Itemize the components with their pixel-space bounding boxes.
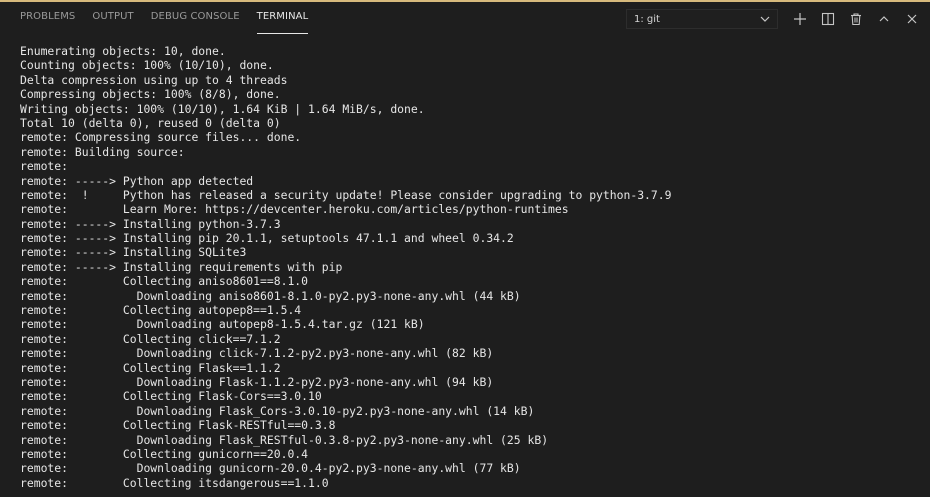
terminal-line: remote: Downloading Flask_Cors-3.0.10-py… — [20, 403, 535, 418]
terminal-line: remote: Downloading gunicorn-20.0.4-py2.… — [20, 461, 521, 476]
terminal-line: remote: -----> Installing pip 20.1.1, se… — [20, 231, 514, 246]
terminal-line: remote: Learn More: https://devcenter.he… — [20, 202, 569, 217]
terminal-line: Compressing objects: 100% (8/8), done. — [20, 87, 281, 102]
terminal-line: remote: -----> Installing SQLite3 — [20, 245, 247, 260]
terminal-line: remote: — [20, 159, 69, 174]
panel-tabs: PROBLEMS OUTPUT DEBUG CONSOLE TERMINAL — [0, 2, 325, 36]
terminal-selector-value: 1: git — [634, 13, 660, 25]
split-icon — [821, 12, 835, 26]
terminal-line: Total 10 (delta 0), reused 0 (delta 0) — [20, 115, 281, 130]
terminal-line: Counting objects: 100% (10/10), done. — [20, 58, 274, 73]
terminal-line: remote: -----> Installing requirements w… — [20, 259, 343, 274]
plus-icon — [793, 12, 807, 26]
terminal-line: remote: Collecting click==7.1.2 — [20, 331, 281, 346]
terminal-line: remote: Collecting Flask-RESTful==0.3.8 — [20, 418, 336, 433]
new-terminal-button[interactable] — [786, 5, 814, 33]
terminal-line: remote: Collecting Flask==1.1.2 — [20, 360, 281, 375]
terminal-panel: PROBLEMS OUTPUT DEBUG CONSOLE TERMINAL 1… — [0, 0, 930, 497]
terminal-line: remote: Downloading Flask-1.1.2-py2.py3-… — [20, 374, 494, 389]
terminal-line: remote: Downloading click-7.1.2-py2.py3-… — [20, 346, 494, 361]
terminal-line: remote: -----> Installing python-3.7.3 — [20, 216, 281, 231]
terminal-line: remote: Downloading autopep8-1.5.4.tar.g… — [20, 317, 425, 332]
terminal-line: remote: Downloading aniso8601-8.1.0-py2.… — [20, 288, 521, 303]
terminal-line: remote: Collecting aniso8601==8.1.0 — [20, 274, 309, 289]
terminal-line: Delta compression using up to 4 threads — [20, 72, 288, 87]
tab-debug-console[interactable]: DEBUG CONSOLE — [151, 2, 240, 36]
close-icon — [905, 12, 919, 26]
panel-actions — [786, 2, 926, 36]
terminal-line: remote: Compressing source files... done… — [20, 130, 302, 145]
tab-problems[interactable]: PROBLEMS — [20, 2, 75, 36]
split-terminal-button[interactable] — [814, 5, 842, 33]
trash-icon — [849, 12, 863, 26]
terminal-line: remote: Collecting gunicorn==20.0.4 — [20, 446, 309, 461]
maximize-panel-button[interactable] — [870, 5, 898, 33]
chevron-up-icon — [877, 12, 891, 26]
terminal-line: remote: Collecting autopep8==1.5.4 — [20, 303, 302, 318]
terminal-line: remote: Collecting itsdangerous==1.1.0 — [20, 475, 329, 490]
terminal-line: Writing objects: 100% (10/10), 1.64 KiB … — [20, 101, 425, 116]
tab-output[interactable]: OUTPUT — [92, 2, 133, 36]
terminal-line: remote: ! Python has released a security… — [20, 187, 672, 202]
kill-terminal-button[interactable] — [842, 5, 870, 33]
panel-header: PROBLEMS OUTPUT DEBUG CONSOLE TERMINAL 1… — [0, 2, 930, 36]
terminal-output[interactable]: Enumerating objects: 10, done. Counting o… — [20, 44, 925, 497]
terminal-line: remote: Collecting Flask-Cors==3.0.10 — [20, 389, 322, 404]
chevron-down-icon — [759, 11, 771, 27]
terminal-selector[interactable]: 1: git — [626, 9, 778, 29]
close-panel-button[interactable] — [898, 5, 926, 33]
terminal-line: remote: -----> Python app detected — [20, 173, 254, 188]
terminal-line: remote: Building source: — [20, 144, 185, 159]
tab-terminal[interactable]: TERMINAL — [256, 2, 309, 36]
terminal-line: Enumerating objects: 10, done. — [20, 44, 226, 58]
terminal-line: remote: Downloading Flask_RESTful-0.3.8-… — [20, 432, 549, 447]
